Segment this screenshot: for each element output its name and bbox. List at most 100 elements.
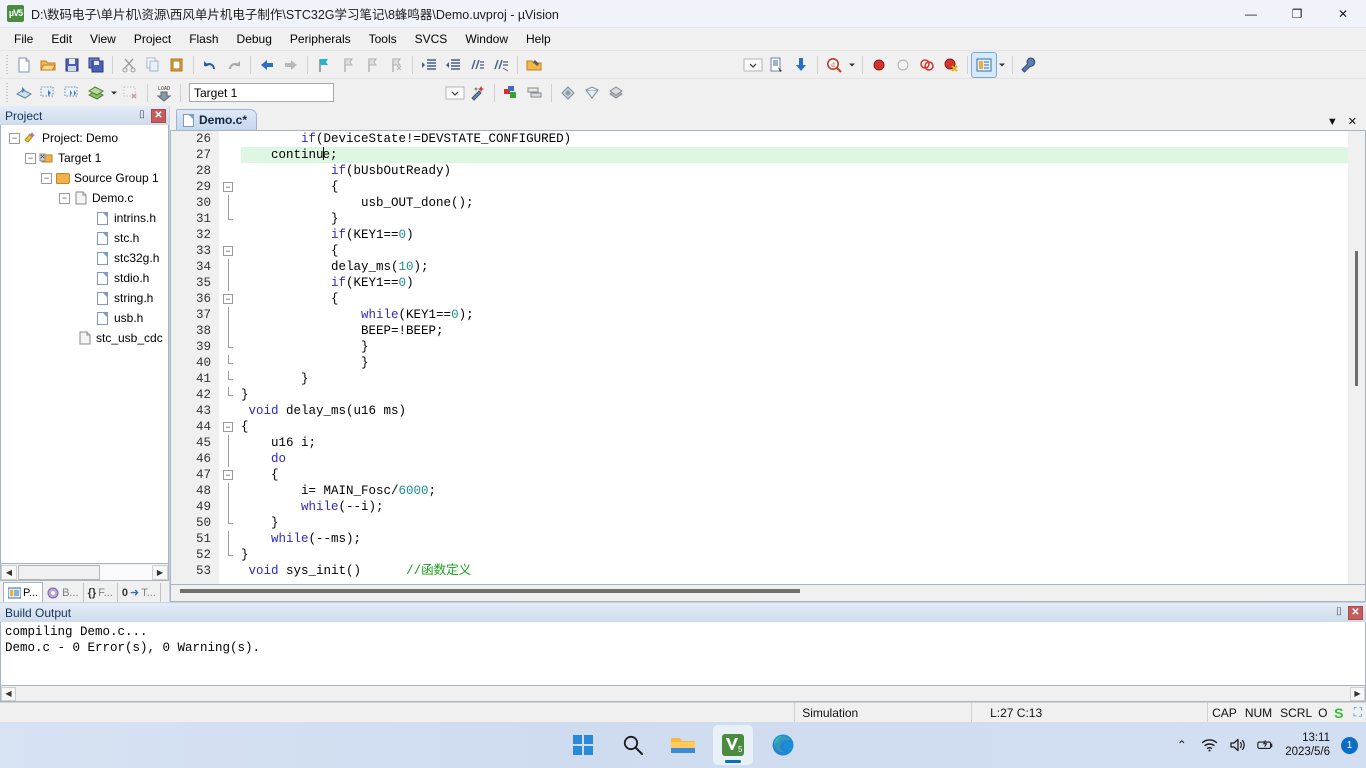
expander-icon[interactable]: −: [9, 132, 20, 144]
code-line[interactable]: while(--ms);: [241, 531, 1348, 547]
tree-item-demo-c[interactable]: − Demo.c: [1, 188, 168, 208]
find-icon[interactable]: d: [822, 53, 846, 77]
navigate-back-icon[interactable]: [255, 53, 279, 77]
menu-peripherals[interactable]: Peripherals: [281, 30, 360, 48]
code-line[interactable]: if(bUsbOutReady): [241, 163, 1348, 179]
copy-icon[interactable]: [141, 53, 165, 77]
code-line[interactable]: {: [241, 419, 1348, 435]
manage-project-items-icon[interactable]: [499, 81, 523, 105]
notification-badge[interactable]: 1: [1341, 736, 1358, 754]
tree-item-stdio-h[interactable]: stdio.h: [1, 268, 168, 288]
comment-icon[interactable]: [465, 53, 489, 77]
code-line[interactable]: void delay_ms(u16 ms): [241, 403, 1348, 419]
hscroll-thumb[interactable]: [18, 564, 100, 580]
code-line[interactable]: }: [241, 339, 1348, 355]
code-line[interactable]: i= MAIN_Fosc/6000;: [241, 483, 1348, 499]
batch-build-icon[interactable]: [84, 81, 108, 105]
editor-tab-demo-c[interactable]: Demo.c*: [176, 109, 258, 130]
uncomment-icon[interactable]: [489, 53, 513, 77]
menu-view[interactable]: View: [81, 30, 125, 48]
code-line[interactable]: {: [241, 179, 1348, 195]
ime-toolbox-icon[interactable]: ⛶: [1350, 703, 1366, 723]
editor-vscrollbar[interactable]: [1348, 131, 1365, 584]
disable-breakpoint-icon[interactable]: [891, 53, 915, 77]
target-options-icon[interactable]: [466, 81, 490, 105]
start-button-icon[interactable]: [563, 725, 603, 765]
code-line[interactable]: void sys_init() //函数定义: [241, 563, 1348, 579]
menu-svcs[interactable]: SVCS: [406, 30, 457, 48]
redo-icon[interactable]: [222, 53, 246, 77]
configure-icon[interactable]: [1017, 53, 1041, 77]
project-tree[interactable]: − Project: Demo − Target 1 − Source Grou…: [0, 125, 169, 564]
tree-item-target[interactable]: − Target 1: [1, 148, 168, 168]
code-line[interactable]: usb_OUT_done();: [241, 195, 1348, 211]
tree-item-string-h[interactable]: string.h: [1, 288, 168, 308]
menu-tools[interactable]: Tools: [360, 30, 406, 48]
menu-project[interactable]: Project: [125, 30, 180, 48]
code-line[interactable]: while(KEY1==0);: [241, 307, 1348, 323]
project-tree-hscrollbar[interactable]: ◀ ▶: [0, 564, 169, 581]
code-line[interactable]: if(KEY1==0): [241, 275, 1348, 291]
code-line[interactable]: delay_ms(10);: [241, 259, 1348, 275]
fold-collapse-icon[interactable]: −: [219, 419, 241, 435]
target-select[interactable]: Target 1: [189, 83, 334, 102]
tree-item-usb-h[interactable]: usb.h: [1, 308, 168, 328]
bookmark-clear-icon[interactable]: [384, 53, 408, 77]
select-target-dropdown-icon[interactable]: [444, 81, 466, 105]
disable-all-breakpoints-icon[interactable]: [915, 53, 939, 77]
bookmark-prev-icon[interactable]: [336, 53, 360, 77]
build-icon[interactable]: [36, 81, 60, 105]
find-in-files-icon[interactable]: [522, 53, 546, 77]
code-line[interactable]: u16 i;: [241, 435, 1348, 451]
volume-icon[interactable]: [1229, 737, 1246, 754]
debug-session-icon[interactable]: [765, 53, 789, 77]
close-button[interactable]: ✕: [1320, 0, 1366, 28]
batch-build-dropdown-icon[interactable]: [108, 81, 119, 105]
tab-templates[interactable]: 0 ➜ T...: [118, 583, 161, 602]
scroll-right-icon[interactable]: ▶: [1350, 686, 1365, 701]
toolbar-grip[interactable]: [4, 82, 10, 103]
tree-item-stc-h[interactable]: stc.h: [1, 228, 168, 248]
tree-item-intrins-h[interactable]: intrins.h: [1, 208, 168, 228]
save-all-icon[interactable]: [84, 53, 108, 77]
save-icon[interactable]: [60, 53, 84, 77]
code-line[interactable]: do: [241, 451, 1348, 467]
hscroll-track[interactable]: [17, 564, 152, 580]
code-line[interactable]: }: [241, 387, 1348, 403]
tab-functions[interactable]: {} F...: [84, 583, 118, 602]
pin-icon[interactable]: ⌷: [135, 109, 149, 123]
scroll-left-icon[interactable]: ◀: [1, 564, 17, 580]
taskbar-clock[interactable]: 13:11 2023/5/6: [1285, 731, 1330, 759]
find-dropdown-icon[interactable]: [846, 53, 858, 77]
manage-windows-dropdown-icon[interactable]: [996, 53, 1008, 77]
editor-tab-list-icon[interactable]: ▼: [1327, 116, 1338, 128]
menu-help[interactable]: Help: [517, 30, 560, 48]
minimize-button[interactable]: —: [1228, 0, 1274, 28]
bookmark-toggle-icon[interactable]: [312, 53, 336, 77]
indent-icon[interactable]: [417, 53, 441, 77]
menu-edit[interactable]: Edit: [42, 30, 81, 48]
code-folding-bar[interactable]: − − − − −: [219, 131, 241, 584]
code-line[interactable]: BEEP=!BEEP;: [241, 323, 1348, 339]
tab-project[interactable]: P...: [3, 582, 44, 602]
wifi-icon[interactable]: [1201, 737, 1218, 754]
code-line[interactable]: {: [241, 243, 1348, 259]
expander-icon[interactable]: −: [25, 152, 36, 164]
manage-run-time-icon[interactable]: [604, 81, 628, 105]
bookmark-next-icon[interactable]: [360, 53, 384, 77]
build-output-text[interactable]: compiling Demo.c... Demo.c - 0 Error(s),…: [0, 622, 1366, 686]
code-line[interactable]: }: [241, 355, 1348, 371]
pin-icon[interactable]: ⌷: [1332, 606, 1346, 620]
kill-all-breakpoints-icon[interactable]: [939, 53, 963, 77]
restore-button[interactable]: ❐: [1274, 0, 1320, 28]
build-output-hscrollbar[interactable]: ◀ ▶: [0, 686, 1366, 702]
editor-hscrollbar[interactable]: [170, 585, 1366, 602]
fold-collapse-icon[interactable]: −: [219, 243, 241, 259]
fold-collapse-icon[interactable]: −: [219, 467, 241, 483]
expander-icon[interactable]: −: [59, 192, 70, 204]
search-icon[interactable]: [613, 725, 653, 765]
manage-windows-icon[interactable]: [971, 51, 997, 78]
manage-multi-project-icon[interactable]: [523, 81, 547, 105]
translate-icon[interactable]: [12, 81, 36, 105]
code-line[interactable]: {: [241, 291, 1348, 307]
